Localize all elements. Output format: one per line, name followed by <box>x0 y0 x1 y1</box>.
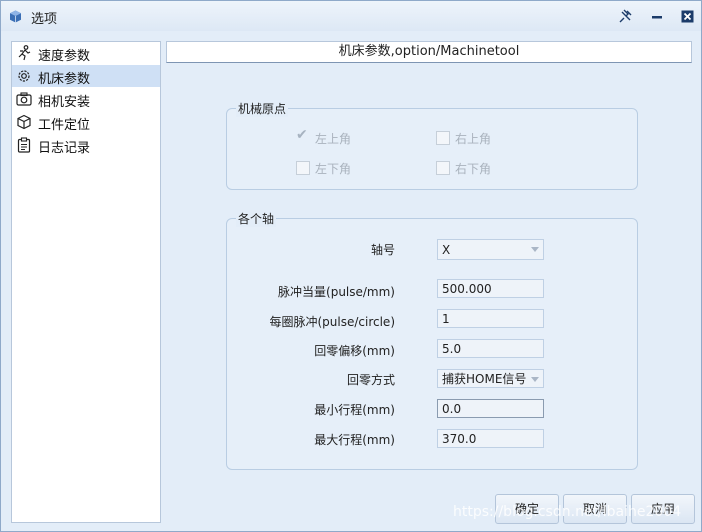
origin-group-title: 机械原点 <box>236 100 289 117</box>
minimize-icon <box>652 16 662 19</box>
checkmark-icon: ✔ <box>296 127 308 143</box>
sidebar-item-label: 工件定位 <box>38 118 91 133</box>
sidebar-item-camera[interactable]: 相机安装 <box>12 88 160 110</box>
sidebar: 速度参数 机床参数 相机安装 工件定位 日志记录 <box>11 41 161 523</box>
sidebar-item-label: 速度参数 <box>38 49 91 64</box>
checkbox-label: 左下角 <box>315 162 352 176</box>
clipboard-icon <box>17 137 31 153</box>
page-title: 机床参数,option/Machinetool <box>166 41 692 63</box>
home-mode-select[interactable]: 捕获HOME信号 <box>437 369 544 388</box>
min-travel-label: 最小行程(mm) <box>314 403 395 417</box>
pulses-per-circle-label: 每圈脉冲(pulse/circle) <box>269 315 395 329</box>
axis-number-label: 轴号 <box>370 243 395 257</box>
select-value: 捕获HOME信号 <box>442 372 527 386</box>
pin-button[interactable] <box>618 8 634 24</box>
max-travel-input[interactable]: 370.0 <box>437 429 544 448</box>
close-button[interactable] <box>679 8 695 24</box>
cube-icon <box>17 114 31 130</box>
sidebar-item-label: 日志记录 <box>38 141 91 156</box>
min-travel-input[interactable]: 0.0 <box>437 399 544 418</box>
close-icon <box>681 10 693 22</box>
options-window: 选项 速度参数 机床参数 相机安装 工件定位 日志记录 机床参数,option/… <box>0 0 702 532</box>
minimize-button[interactable] <box>649 8 665 24</box>
origin-group <box>226 108 638 190</box>
sidebar-item-workpiece[interactable]: 工件定位 <box>12 111 160 133</box>
home-offset-input[interactable]: 5.0 <box>437 339 544 358</box>
axis-number-select[interactable]: X <box>437 239 544 260</box>
max-travel-label: 最大行程(mm) <box>314 433 395 447</box>
watermark-text: https://blog.csdn.net/lbaihe2004 <box>453 504 682 520</box>
pin-icon <box>619 9 632 23</box>
axis-group <box>226 218 638 470</box>
select-value: X <box>442 243 451 257</box>
camera-icon <box>16 92 32 106</box>
gear-icon <box>18 70 30 82</box>
pulses-per-circle-input[interactable]: 1 <box>437 309 544 328</box>
checkbox-box <box>436 161 450 175</box>
window-title: 选项 <box>31 12 58 27</box>
home-mode-label: 回零方式 <box>346 373 395 387</box>
checkbox-label: 右下角 <box>455 162 492 176</box>
home-offset-label: 回零偏移(mm) <box>314 344 395 358</box>
title-bar: 选项 <box>1 1 701 31</box>
sidebar-item-machine[interactable]: 机床参数 <box>12 65 160 87</box>
run-icon <box>18 45 31 61</box>
checkbox-label: 右上角 <box>455 132 492 146</box>
sidebar-item-label: 机床参数 <box>38 72 91 87</box>
chevron-down-icon <box>531 247 539 252</box>
sidebar-item-log[interactable]: 日志记录 <box>12 134 160 156</box>
axis-group-title: 各个轴 <box>236 210 277 227</box>
pulse-equivalent-input[interactable]: 500.000 <box>437 279 544 298</box>
cube-icon <box>10 10 21 23</box>
checkbox-box <box>436 131 450 145</box>
sidebar-item-label: 相机安装 <box>38 95 91 110</box>
checkbox-label: 左上角 <box>315 132 352 146</box>
sidebar-item-speed[interactable]: 速度参数 <box>12 42 160 64</box>
checkbox-box <box>296 161 310 175</box>
pulse-equivalent-label: 脉冲当量(pulse/mm) <box>278 285 395 299</box>
chevron-down-icon <box>531 377 539 382</box>
